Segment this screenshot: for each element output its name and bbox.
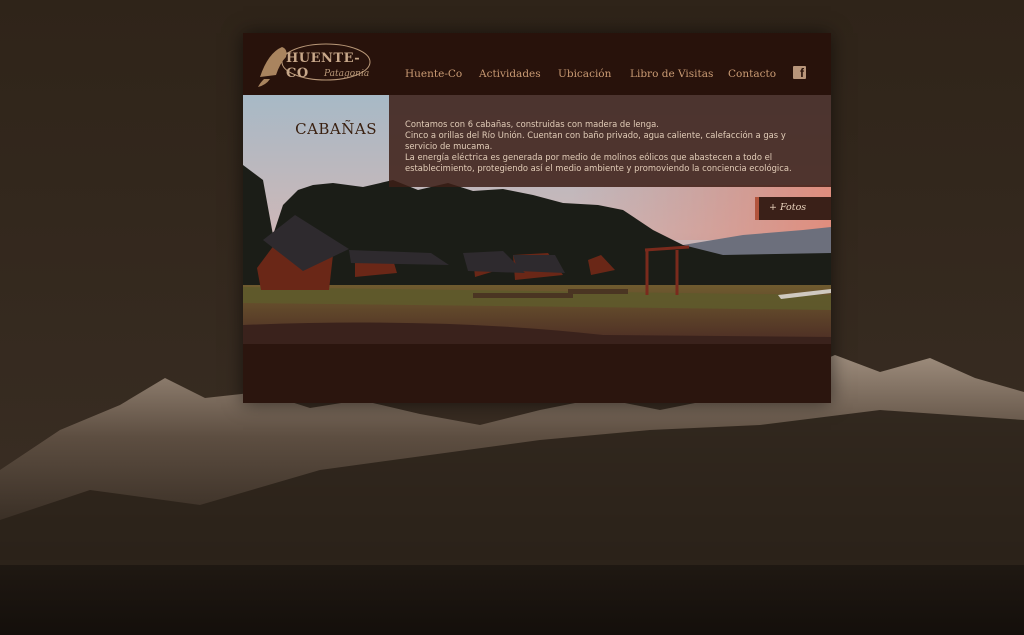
site-logo[interactable]: HUENTE-CO Patagonia [256, 39, 371, 89]
content-footer-band [243, 344, 831, 403]
site-header: HUENTE-CO Patagonia Huente-Co Actividade… [243, 33, 831, 95]
description-text: Contamos con 6 cabañas, construidas con … [405, 119, 815, 174]
photos-button[interactable]: + Fotos [755, 197, 831, 220]
page-title: CABAÑAS [295, 120, 377, 138]
section-title-box: CABAÑAS [243, 95, 389, 187]
nav-item-contacto[interactable]: Contacto [728, 68, 776, 80]
nav-item-actividades[interactable]: Actividades [479, 68, 541, 80]
facebook-icon[interactable]: f [793, 66, 806, 80]
description-line: La energía eléctrica es generada por med… [405, 152, 792, 173]
nav-item-ubicacion[interactable]: Ubicación [558, 68, 611, 80]
description-box: Contamos con 6 cabañas, construidas con … [389, 95, 831, 187]
cabanas-hero: CABAÑAS Contamos con 6 cabañas, construi… [243, 95, 831, 344]
description-line: Cinco a orillas del Río Unión. Cuentan c… [405, 130, 786, 151]
nav-item-huente-co[interactable]: Huente-Co [405, 68, 462, 80]
main-panel: HUENTE-CO Patagonia Huente-Co Actividade… [243, 33, 831, 403]
logo-subtitle: Patagonia [324, 69, 370, 79]
description-line: Contamos con 6 cabañas, construidas con … [405, 119, 659, 129]
photos-button-label: + Fotos [769, 202, 807, 213]
nav-item-libro-de-visitas[interactable]: Libro de Visitas [630, 68, 713, 80]
